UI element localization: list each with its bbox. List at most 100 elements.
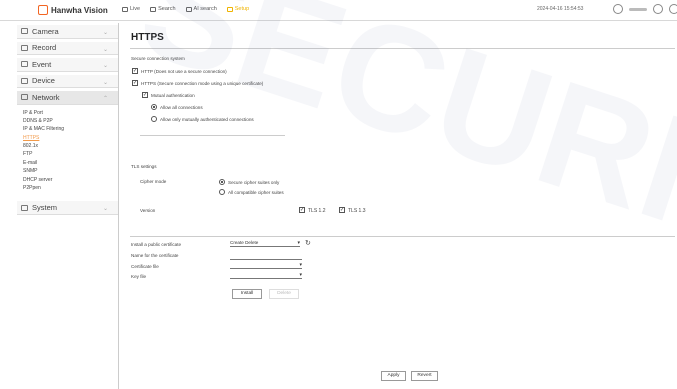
chevron-down-icon: ⌄ <box>102 63 108 69</box>
section-divider-2 <box>130 236 675 237</box>
sidebar-item-label: Camera <box>32 26 59 36</box>
submenu-8021x[interactable]: 802.1x <box>23 142 118 150</box>
chevron-down-icon: ⌄ <box>102 79 108 86</box>
key-file-select[interactable]: ▾ <box>230 272 302 279</box>
secure-system-label: Secure connection system <box>131 56 185 61</box>
datetime: 2024-04-16 15:54:53 <box>537 6 584 12</box>
submenu-snmp[interactable]: SNMP <box>23 167 118 175</box>
nav-ai-search-label: AI search <box>193 6 217 12</box>
allow-all-radio[interactable] <box>151 104 157 110</box>
sidebar-item-label: System <box>32 203 58 213</box>
sidebar-item-system[interactable]: System ⌄ <box>17 201 118 215</box>
install-button[interactable]: Install <box>232 289 262 299</box>
main-panel: HTTPS Secure connection system ✓ HTTP (D… <box>122 23 677 389</box>
tls-settings-label: TLS settings <box>131 164 157 169</box>
cert-file-label: Certificate file <box>131 264 159 269</box>
cert-name-label: Name for the certificate <box>131 253 179 258</box>
setup-icon <box>226 6 233 12</box>
sidebar-item-label: Record <box>32 43 57 53</box>
key-file-label: Key file <box>131 274 147 279</box>
top-bar: Hanwha Vision Live Search AI search Setu… <box>0 0 677 21</box>
version-label: Version <box>140 208 156 213</box>
sidebar: Camera ⌄ Record ⌄ Event ⌄ Device ⌄ Network ⌃ … <box>17 23 119 389</box>
revert-button[interactable]: Revert <box>411 371 438 381</box>
http-option-label: HTTP (Does not use a secure connection) <box>141 69 227 74</box>
device-icon <box>21 77 28 84</box>
delete-button[interactable]: Delete <box>269 289 299 299</box>
ai-search-icon <box>185 6 192 12</box>
tls12-label: TLS 1.2 <box>308 208 326 214</box>
chevron-down-icon: ⌄ <box>102 30 108 36</box>
section-divider <box>140 135 285 136</box>
title-divider <box>130 48 675 49</box>
install-cert-select[interactable]: Create Delete ▾ <box>230 240 300 247</box>
sidebar-item-label: Device <box>32 76 55 86</box>
refresh-icon[interactable]: ↻ <box>305 239 311 247</box>
help-icon[interactable] <box>669 4 677 14</box>
brand-logo: Hanwha Vision <box>38 5 108 15</box>
account-bar-icon[interactable] <box>629 7 647 11</box>
https-checkbox[interactable]: ✓ <box>132 80 138 86</box>
submenu-p2ppen[interactable]: P2Ppen <box>23 184 118 192</box>
live-icon <box>122 6 128 12</box>
cipher-all-radio[interactable] <box>219 189 225 195</box>
cert-name-input[interactable] <box>230 253 302 260</box>
tls13-checkbox[interactable]: ✓ <box>339 207 345 213</box>
network-icon <box>21 94 28 101</box>
nav-ai-search[interactable]: AI search <box>185 6 217 12</box>
top-icons <box>613 4 677 14</box>
chevron-down-icon: ▾ <box>299 262 302 268</box>
sidebar-item-network[interactable]: Network ⌃ <box>17 91 118 105</box>
cipher-secure-radio[interactable] <box>219 179 225 185</box>
cipher-secure-label: Secure cipher suites only <box>228 180 280 185</box>
mutual-auth-label: Mutual authentication <box>151 93 195 98</box>
chevron-down-icon: ⌄ <box>102 46 108 53</box>
nav-search[interactable]: Search <box>150 6 176 12</box>
top-nav: Live Search AI search Setup <box>122 6 249 12</box>
page-title: HTTPS <box>131 32 164 43</box>
nav-setup[interactable]: Setup <box>226 6 250 12</box>
submenu-ip-port[interactable]: IP & Port <box>23 109 118 117</box>
chevron-down-icon: ⌄ <box>102 206 108 213</box>
submenu-email[interactable]: E-mail <box>23 159 118 167</box>
chevron-down-icon: ▾ <box>297 240 300 246</box>
search-icon <box>150 6 157 12</box>
camera-icon <box>21 28 28 35</box>
http-checkbox[interactable]: ✓ <box>132 68 138 74</box>
allow-all-label: Allow all connections <box>160 105 203 110</box>
system-icon <box>21 204 28 211</box>
network-submenu: IP & Port DDNS & P2P IP & MAC Filtering … <box>17 104 118 197</box>
allow-mutual-radio[interactable] <box>151 116 157 122</box>
nav-live-label: Live <box>130 6 141 12</box>
sidebar-item-record[interactable]: Record ⌄ <box>17 41 118 55</box>
record-icon <box>21 44 28 51</box>
mutual-auth-checkbox[interactable]: ✓ <box>142 92 148 98</box>
sidebar-item-device[interactable]: Device ⌄ <box>17 74 118 88</box>
submenu-ddns-p2p[interactable]: DDNS & P2P <box>23 117 118 125</box>
cipher-all-label: All compatible cipher suites <box>228 190 284 195</box>
plus-icon[interactable] <box>653 4 663 14</box>
nav-setup-label: Setup <box>234 6 250 12</box>
tls12-checkbox[interactable]: ✓ <box>299 207 305 213</box>
sidebar-item-event[interactable]: Event ⌄ <box>17 58 118 72</box>
apply-button[interactable]: Apply <box>381 371 406 381</box>
chevron-up-icon: ⌃ <box>102 96 108 102</box>
sidebar-item-camera[interactable]: Camera ⌄ <box>17 25 118 39</box>
nav-search-label: Search <box>158 6 176 12</box>
chevron-down-icon: ▾ <box>299 272 302 278</box>
sidebar-item-label: Network <box>32 92 60 102</box>
install-cert-label: Install a public certificate <box>131 242 182 247</box>
brand-mark-icon <box>38 5 48 15</box>
cert-file-select[interactable]: ▾ <box>230 262 302 269</box>
submenu-ftp[interactable]: FTP <box>23 150 118 158</box>
nav-live[interactable]: Live <box>122 6 140 12</box>
submenu-dhcp-server[interactable]: DHCP server <box>23 176 118 184</box>
user-icon[interactable] <box>613 4 623 14</box>
https-option-label: HTTPS (Secure connection mode using a un… <box>141 81 264 86</box>
submenu-ip-mac-filtering[interactable]: IP & MAC Filtering <box>23 125 118 133</box>
install-cert-value: Create Delete <box>230 240 259 245</box>
event-icon <box>21 61 28 68</box>
cipher-mode-label: Cipher mode <box>140 179 167 184</box>
submenu-https[interactable]: HTTPS <box>23 134 118 142</box>
sidebar-item-label: Event <box>32 59 52 69</box>
